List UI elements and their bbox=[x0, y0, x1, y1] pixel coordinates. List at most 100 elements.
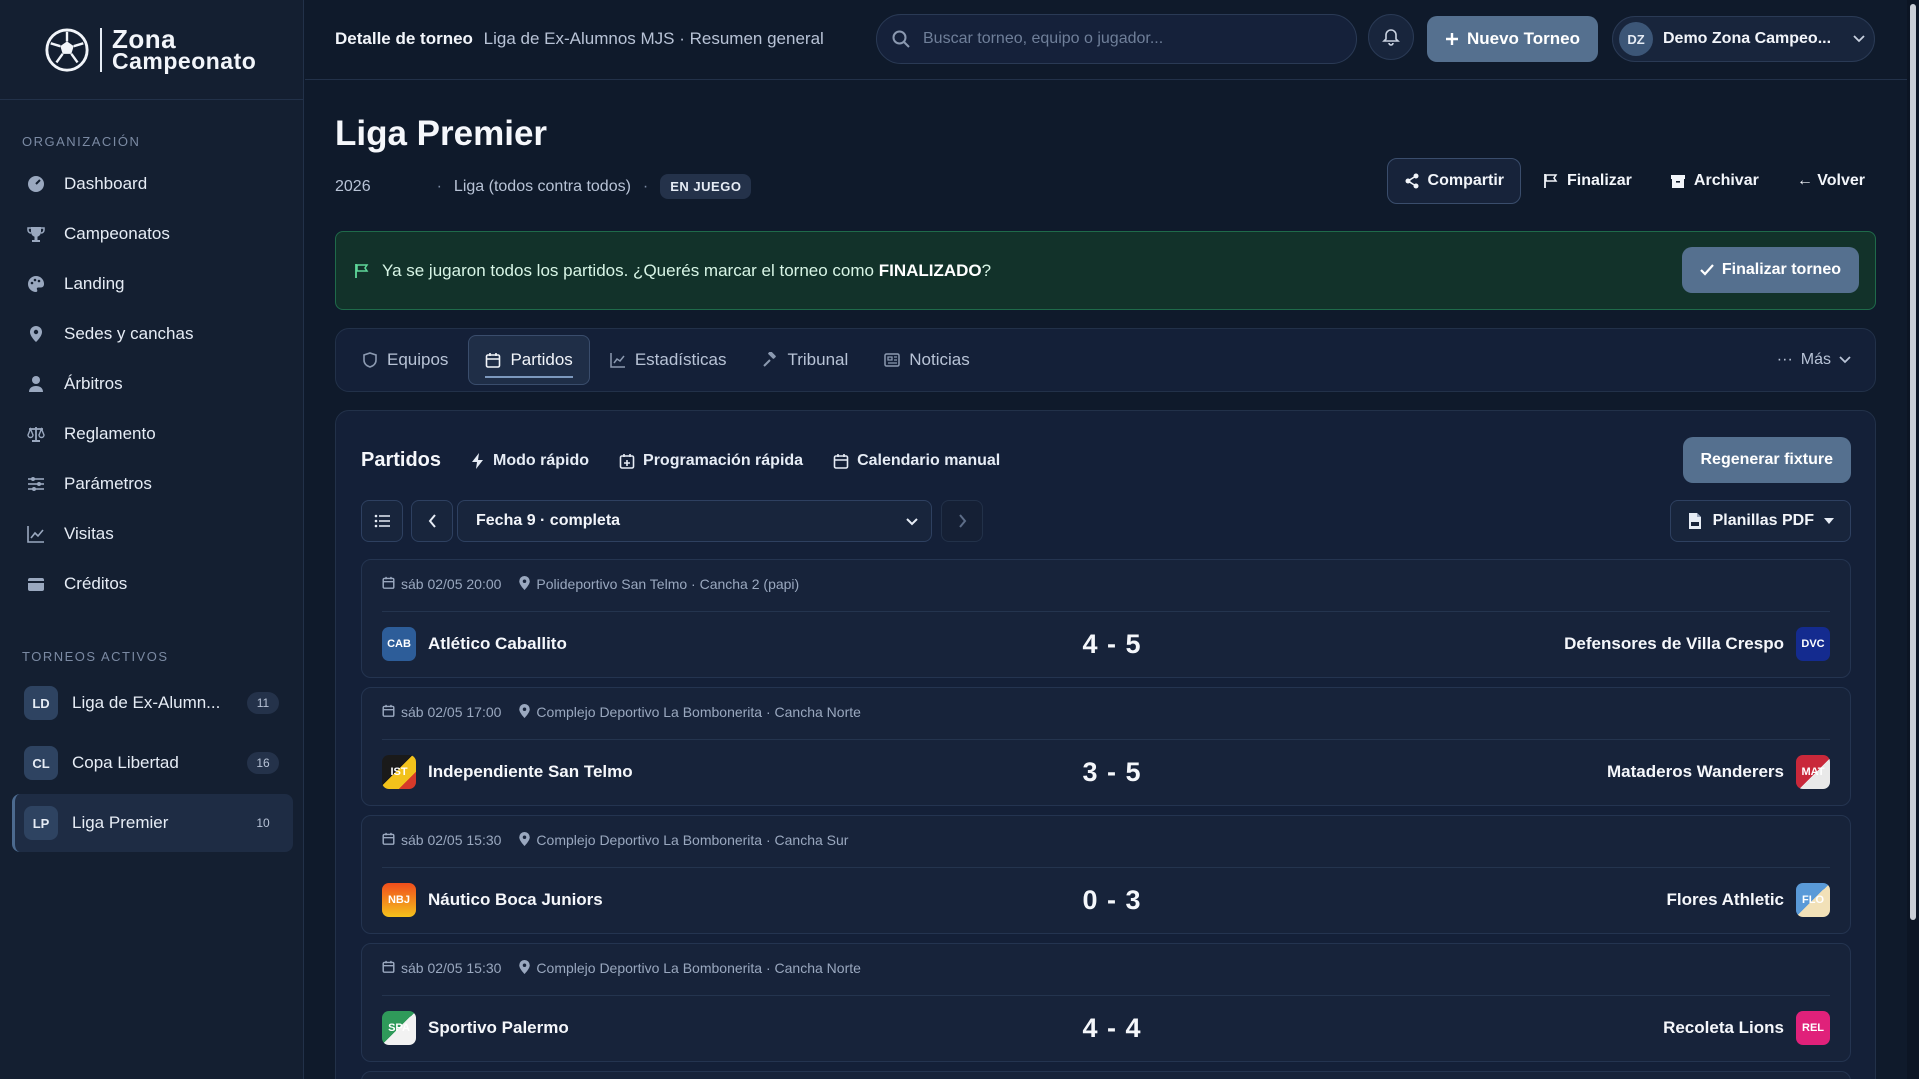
home-team: NBJ Náutico Boca Juniors bbox=[382, 883, 603, 917]
pdf-sheets-button[interactable]: Planillas PDF bbox=[1669, 500, 1851, 542]
chart-line-icon bbox=[610, 353, 625, 368]
match-card[interactable]: sáb 02/05 17:00 Complejo Deportivo La Bo… bbox=[361, 687, 1851, 806]
team-crest: CAB bbox=[382, 627, 416, 661]
sidebar-item-landing[interactable]: Landing bbox=[0, 259, 303, 309]
match-venue: Complejo Deportivo La Bombonerita · Canc… bbox=[536, 832, 849, 848]
list-view-button[interactable] bbox=[361, 500, 403, 542]
regenerate-fixture-button[interactable]: Regenerar fixture bbox=[1682, 437, 1851, 483]
archive-button[interactable]: Archivar bbox=[1654, 158, 1775, 204]
home-team: CAB Atlético Caballito bbox=[382, 627, 567, 661]
sidebar-item-reglamento[interactable]: Reglamento bbox=[0, 409, 303, 459]
tab-label: Equipos bbox=[387, 350, 449, 369]
map-pin-icon bbox=[519, 576, 531, 590]
gavel-icon bbox=[763, 352, 777, 367]
tournament-item-copa-libertad[interactable]: CL Copa Libertad 16 bbox=[12, 734, 293, 792]
tournament-item-liga-premier[interactable]: LP Liga Premier 10 bbox=[12, 794, 293, 852]
sidebar-item-label: Dashboard bbox=[64, 174, 148, 193]
more-label: Más bbox=[1800, 351, 1831, 368]
chevron-down-icon bbox=[906, 518, 918, 526]
match-card[interactable]: sáb 02/05 15:30 Complejo Deportivo La Bo… bbox=[361, 943, 1851, 1062]
map-pin-icon bbox=[519, 832, 531, 846]
match-row: IST Independiente San Telmo 3 - 5 Matade… bbox=[382, 752, 1830, 792]
caret-down-icon bbox=[1824, 518, 1834, 524]
next-round-button[interactable] bbox=[941, 500, 983, 542]
map-pin-icon bbox=[519, 960, 531, 974]
tournament-name: Liga Premier bbox=[72, 813, 169, 832]
tab-estadisticas[interactable]: Estadísticas bbox=[594, 335, 743, 385]
archive-icon bbox=[1670, 175, 1685, 188]
user-icon bbox=[26, 374, 46, 394]
sidebar-item-campeonatos[interactable]: Campeonatos bbox=[0, 209, 303, 259]
previous-round-button[interactable] bbox=[411, 500, 453, 542]
tournament-avatar: LD bbox=[24, 686, 58, 720]
tournament-avatar: LP bbox=[24, 806, 58, 840]
team-name: Flores Athletic bbox=[1666, 890, 1784, 909]
scrollbar-thumb[interactable] bbox=[1910, 4, 1916, 920]
sidebar-item-label: Visitas bbox=[64, 524, 114, 543]
sidebar-item-dashboard[interactable]: Dashboard bbox=[0, 159, 303, 209]
team-name: Atlético Caballito bbox=[428, 634, 567, 653]
manual-calendar-link[interactable]: Calendario manual bbox=[833, 452, 1000, 470]
banner-text-bold: FINALIZADO bbox=[878, 260, 982, 280]
match-card[interactable] bbox=[361, 1071, 1851, 1079]
tournament-name: Liga de Ex-Alumn... bbox=[72, 693, 221, 712]
match-datetime: sáb 02/05 17:00 bbox=[401, 704, 502, 720]
sidebar-item-parametros[interactable]: Parámetros bbox=[0, 459, 303, 509]
page-scrollbar[interactable] bbox=[1907, 0, 1919, 1079]
header-actions: Compartir Finalizar Archivar ← Volver bbox=[1386, 158, 1881, 204]
match-card[interactable]: sáb 02/05 20:00 Polideportivo San Telmo … bbox=[361, 559, 1851, 678]
more-tabs-menu[interactable]: ··· Más bbox=[1777, 351, 1851, 369]
tab-noticias[interactable]: Noticias bbox=[868, 335, 985, 385]
tab-label: Estadísticas bbox=[634, 350, 727, 369]
sidebar-item-label: Sedes y canchas bbox=[64, 324, 194, 343]
notifications-button[interactable] bbox=[1368, 14, 1414, 60]
team-name: Recoleta Lions bbox=[1663, 1018, 1784, 1037]
quick-mode-link[interactable]: Modo rápido bbox=[471, 452, 589, 470]
search-input[interactable] bbox=[923, 30, 1303, 48]
dashboard-icon bbox=[26, 174, 46, 194]
tab-equipos[interactable]: Equipos bbox=[346, 335, 464, 385]
share-icon bbox=[1405, 173, 1419, 189]
new-tournament-button[interactable]: Nuevo Torneo bbox=[1427, 16, 1598, 62]
sidebar-item-label: Reglamento bbox=[64, 424, 156, 443]
team-crest: REL bbox=[1796, 1011, 1830, 1045]
match-datetime: sáb 02/05 20:00 bbox=[401, 576, 502, 592]
sidebar-item-creditos[interactable]: Créditos bbox=[0, 559, 303, 609]
back-label: ← Volver bbox=[1796, 172, 1865, 189]
sidebar-item-visitas[interactable]: Visitas bbox=[0, 509, 303, 559]
check-icon bbox=[1700, 264, 1714, 276]
tab-tribunal[interactable]: Tribunal bbox=[746, 335, 864, 385]
finish-button[interactable]: Finalizar bbox=[1527, 158, 1648, 204]
sidebar-item-arbitros[interactable]: Árbitros bbox=[0, 359, 303, 409]
palette-icon bbox=[26, 274, 46, 294]
quick-schedule-link[interactable]: Programación rápida bbox=[619, 452, 803, 470]
chevron-down-icon bbox=[1839, 356, 1851, 364]
user-menu[interactable]: DZ Demo Zona Campeo... bbox=[1612, 16, 1875, 62]
finish-tournament-button[interactable]: Finalizar torneo bbox=[1681, 247, 1859, 293]
calendar-icon bbox=[833, 453, 849, 469]
match-venue: Polideportivo San Telmo · Cancha 2 (papi… bbox=[536, 576, 800, 592]
calendar-plus-icon bbox=[619, 453, 635, 469]
match-score: 3 - 5 bbox=[1082, 756, 1142, 787]
match-score: 4 - 4 bbox=[1082, 1012, 1142, 1043]
shield-icon bbox=[363, 352, 377, 368]
round-select[interactable]: Fecha 9 · completa bbox=[457, 500, 932, 542]
tab-partidos[interactable]: Partidos bbox=[468, 335, 590, 385]
tournament-item-liga-ex-alumnos[interactable]: LD Liga de Ex-Alumn... 11 bbox=[12, 674, 293, 732]
tournament-tabs: Equipos Partidos Estadísticas Tribunal N… bbox=[335, 328, 1876, 392]
map-pin-icon bbox=[26, 324, 46, 344]
match-card[interactable]: sáb 02/05 15:30 Complejo Deportivo La Bo… bbox=[361, 815, 1851, 934]
share-button[interactable]: Compartir bbox=[1386, 158, 1521, 204]
sidebar-item-label: Parámetros bbox=[64, 474, 152, 493]
sidebar-item-sedes[interactable]: Sedes y canchas bbox=[0, 309, 303, 359]
panel-title: Partidos bbox=[361, 449, 442, 471]
brand-logo[interactable]: Zona Campeonato bbox=[0, 0, 303, 100]
sliders-icon bbox=[26, 474, 46, 494]
quick-mode-label: Modo rápido bbox=[493, 451, 590, 469]
team-crest: FLO bbox=[1796, 883, 1830, 917]
banner-text-after: ? bbox=[981, 260, 992, 280]
search-box[interactable] bbox=[876, 14, 1357, 64]
back-button[interactable]: ← Volver bbox=[1781, 158, 1881, 204]
match-datetime: sáb 02/05 15:30 bbox=[401, 832, 502, 848]
pdf-file-icon bbox=[1688, 513, 1701, 529]
